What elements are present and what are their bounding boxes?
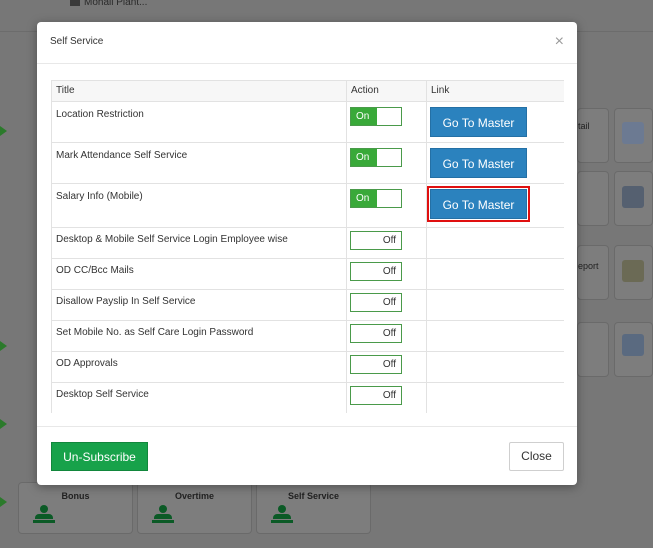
go-to-master-button[interactable]: Go To Master — [430, 107, 527, 137]
unsubscribe-button[interactable]: Un-Subscribe — [51, 442, 148, 471]
self-service-tile-label: Self Service — [287, 491, 340, 501]
setting-title: Desktop & Mobile Self Service Login Empl… — [51, 227, 347, 259]
setting-title: Disallow Payslip In Self Service — [51, 289, 347, 321]
person-icon — [271, 505, 293, 523]
person-icon — [152, 505, 174, 523]
column-header-action: Action — [346, 80, 427, 102]
bg-tile-label: eport — [578, 261, 599, 271]
plant-selector: Mohali Plant... — [70, 0, 147, 8]
bg-tile — [577, 108, 609, 163]
table-row: Desktop Self Service Off — [51, 382, 564, 413]
toggle-off-label: Off — [375, 387, 401, 404]
link-cell — [426, 289, 564, 321]
setting-title: Set Mobile No. as Self Care Login Passwo… — [51, 320, 347, 352]
on-off-toggle[interactable]: Off — [350, 386, 402, 405]
report-chart-icon — [622, 260, 644, 282]
link-cell — [426, 227, 564, 259]
action-cell: On — [346, 142, 427, 184]
toggle-off-label: Off — [375, 294, 401, 311]
setting-title: Mark Attendance Self Service — [51, 142, 347, 184]
payroll-icon — [622, 334, 644, 356]
setting-title: Location Restriction — [51, 101, 347, 143]
table-row: OD CC/Bcc Mails Off — [51, 258, 564, 290]
go-to-master-button[interactable]: Go To Master — [430, 189, 527, 219]
link-cell — [426, 382, 564, 413]
on-off-toggle[interactable]: Off — [350, 324, 402, 343]
on-off-toggle[interactable]: Off — [350, 355, 402, 374]
on-off-toggle[interactable]: On — [350, 189, 402, 208]
arrow-right-icon — [0, 126, 7, 136]
arrow-right-icon — [0, 419, 7, 429]
arrow-right-icon — [0, 341, 7, 351]
arrow-right-icon — [0, 497, 7, 507]
action-cell: Off — [346, 351, 427, 383]
action-cell: Off — [346, 382, 427, 413]
column-header-title: Title — [51, 80, 347, 102]
modal-header: Self Service × — [37, 22, 577, 64]
toggle-off-label: Off — [375, 325, 401, 342]
toggle-on-label: On — [351, 190, 377, 207]
close-icon[interactable]: × — [555, 34, 564, 50]
on-off-toggle[interactable]: On — [350, 107, 402, 126]
table-row: OD Approvals Off — [51, 351, 564, 383]
self-service-tile: Self Service — [256, 482, 371, 534]
action-cell: Off — [346, 289, 427, 321]
toggle-off-label: Off — [375, 356, 401, 373]
setting-title: OD CC/Bcc Mails — [51, 258, 347, 290]
link-cell: Go To Master — [426, 142, 564, 184]
setting-title: Desktop Self Service — [51, 382, 347, 413]
toggle-on-label: On — [351, 108, 377, 125]
overtime-tile-label: Overtime — [174, 491, 215, 501]
person-icon — [33, 505, 55, 523]
bg-tile-label: tail — [578, 121, 590, 131]
bg-tile — [577, 171, 609, 226]
highlighted-outline: Go To Master — [427, 186, 530, 222]
action-cell: On — [346, 101, 427, 143]
toggle-on-label: On — [351, 149, 377, 166]
on-off-toggle[interactable]: On — [350, 148, 402, 167]
on-off-toggle[interactable]: Off — [350, 231, 402, 250]
calculator-icon — [622, 186, 644, 208]
bonus-tile: Bonus — [18, 482, 133, 534]
table-header-row: Title Action Link — [51, 80, 564, 102]
table-row: Set Mobile No. as Self Care Login Passwo… — [51, 320, 564, 352]
modal-footer: Un-Subscribe Close — [37, 426, 577, 485]
bg-tile — [577, 245, 609, 300]
close-button[interactable]: Close — [509, 442, 564, 471]
settings-table: Title Action Link Location Restriction On… — [51, 80, 564, 413]
action-cell: Off — [346, 227, 427, 259]
building-icon — [70, 0, 80, 6]
bg-tile — [577, 322, 609, 377]
column-header-link: Link — [426, 80, 564, 102]
bonus-tile-label: Bonus — [61, 491, 90, 501]
link-cell — [426, 258, 564, 290]
table-row: Mark Attendance Self Service On Go To Mast… — [51, 142, 564, 184]
modal-body[interactable]: Title Action Link Location Restriction On… — [51, 80, 564, 413]
link-cell — [426, 351, 564, 383]
action-cell: Off — [346, 320, 427, 352]
grade-icon — [622, 122, 644, 144]
on-off-toggle[interactable]: Off — [350, 293, 402, 312]
action-cell: Off — [346, 258, 427, 290]
link-cell: Go To Master — [426, 183, 564, 228]
on-off-toggle[interactable]: Off — [350, 262, 402, 281]
table-row: Location Restriction On Go To Master — [51, 101, 564, 143]
toggle-off-label: Off — [375, 263, 401, 280]
table-row: Desktop & Mobile Self Service Login Empl… — [51, 227, 564, 259]
setting-title: Salary Info (Mobile) — [51, 183, 347, 228]
self-service-modal: Self Service × Title Action Link Locatio… — [37, 22, 577, 485]
toggle-off-label: Off — [375, 232, 401, 249]
setting-title: OD Approvals — [51, 351, 347, 383]
overtime-tile: Overtime — [137, 482, 252, 534]
link-cell — [426, 320, 564, 352]
modal-title: Self Service — [50, 36, 104, 47]
table-row: Salary Info (Mobile) On Go To Master — [51, 183, 564, 228]
table-row: Disallow Payslip In Self Service Off — [51, 289, 564, 321]
link-cell: Go To Master — [426, 101, 564, 143]
go-to-master-button[interactable]: Go To Master — [430, 148, 527, 178]
button-wrap: Go To Master — [430, 148, 527, 178]
action-cell: On — [346, 183, 427, 228]
button-wrap: Go To Master — [430, 107, 527, 137]
